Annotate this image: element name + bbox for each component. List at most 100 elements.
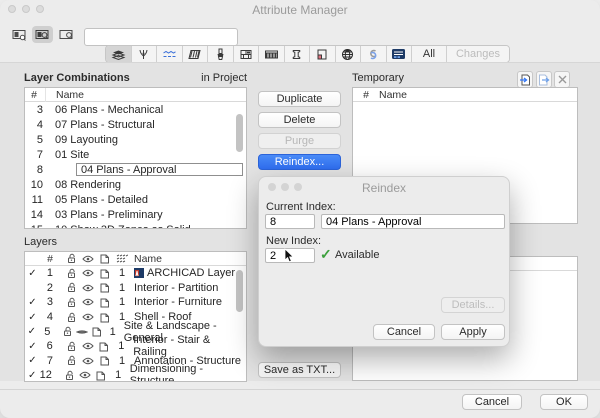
lc-row[interactable]: 1105 Plans - Detailed <box>25 193 246 208</box>
reindex-dialog-title: Reindex <box>259 181 509 195</box>
save-as-txt-button[interactable]: Save as TXT... <box>258 362 341 378</box>
tab-all[interactable]: All <box>412 46 447 62</box>
find-by-index-button[interactable] <box>56 26 77 43</box>
intersection-group-icon[interactable] <box>96 355 112 366</box>
intersection-group-icon[interactable] <box>95 341 111 352</box>
mouse-cursor <box>284 248 296 264</box>
lc-name-edit-field[interactable]: 04 Plans - Approval <box>76 163 243 176</box>
layer-check[interactable]: ✓ <box>25 312 40 323</box>
current-index-label: Current Index: <box>266 201 336 213</box>
layer-row[interactable]: ✓ 1 1 ARCHICAD Layer <box>25 266 246 281</box>
current-name-field[interactable] <box>321 214 505 229</box>
tab-zone-categories[interactable] <box>310 46 336 62</box>
delete-button[interactable]: Delete <box>258 112 341 128</box>
purge-button[interactable]: Purge <box>258 133 341 149</box>
layer-row[interactable]: ✓ 3 1 Interior - Furniture <box>25 295 246 310</box>
lc-row-name: 06 Plans - Mechanical <box>45 104 163 116</box>
layer-check[interactable]: ✓ <box>25 297 40 308</box>
scrollbar-thumb[interactable] <box>236 114 243 152</box>
duplicate-button[interactable]: Duplicate <box>258 91 341 107</box>
eye-icon <box>80 255 96 263</box>
layer-row[interactable]: ✓ 6 1 Interior - Stair & Railing <box>25 339 246 354</box>
layers-col-num: # <box>40 253 53 265</box>
lc-row-selected[interactable]: 8 04 Plans - Approval <box>25 162 246 177</box>
append-button[interactable] <box>517 71 533 88</box>
lock-icon[interactable] <box>64 268 80 279</box>
layers-icon <box>111 48 126 61</box>
eye-open-icon[interactable] <box>80 357 96 365</box>
attribute-manager-window: Attribute Manager <box>0 0 600 418</box>
tab-operation-profiles[interactable] <box>361 46 387 62</box>
intersection-group-icon[interactable] <box>96 297 112 308</box>
tab-changes[interactable]: Changes <box>447 46 509 62</box>
layer-check[interactable]: ✓ <box>25 355 40 366</box>
find-attribute-by-name-button[interactable] <box>32 26 53 43</box>
current-index-field[interactable] <box>265 214 315 229</box>
lock-icon[interactable] <box>60 326 74 337</box>
intersection-group-icon[interactable] <box>89 326 103 337</box>
eye-closed-icon[interactable] <box>75 328 89 336</box>
layer-row[interactable]: ✓ 12 1 Dimensioning - Structure <box>25 368 246 382</box>
intersection-group-icon[interactable] <box>96 282 112 293</box>
lc-row[interactable]: 509 Layouting <box>25 132 246 147</box>
scrollbar-thumb[interactable] <box>236 270 243 312</box>
ok-button[interactable]: OK <box>540 394 588 410</box>
eye-open-icon[interactable] <box>80 284 96 292</box>
tab-building-materials[interactable] <box>234 46 260 62</box>
lock-icon[interactable] <box>64 355 80 366</box>
tab-composites[interactable] <box>259 46 285 62</box>
reindex-cancel-button[interactable]: Cancel <box>373 324 435 340</box>
layer-check[interactable]: ✓ <box>25 326 39 337</box>
layer-check[interactable]: ✓ <box>25 268 40 279</box>
available-label: Available <box>335 249 379 261</box>
intersection-group-icon[interactable] <box>93 370 108 381</box>
lc-row[interactable]: 1403 Plans - Preliminary <box>25 208 246 223</box>
layer-combinations-list[interactable]: # Name 306 Plans - Mechanical 407 Plans … <box>24 87 247 229</box>
line-types-icon <box>162 48 177 61</box>
tab-profiles[interactable] <box>285 46 311 62</box>
delete-temp-button[interactable] <box>554 71 570 88</box>
lc-row-name: 10 Show 3D Zones as Solid <box>45 224 191 229</box>
tab-pens[interactable] <box>132 46 158 62</box>
eye-open-icon[interactable] <box>80 313 96 321</box>
layer-check[interactable]: ✓ <box>25 341 40 352</box>
reindex-button[interactable]: Reindex... <box>258 154 341 170</box>
tab-surfaces[interactable] <box>208 46 234 62</box>
lock-icon[interactable] <box>64 341 80 352</box>
lc-row[interactable]: 1510 Show 3D Zones as Solid <box>25 223 246 229</box>
search-input[interactable] <box>84 28 238 46</box>
lock-icon[interactable] <box>62 370 77 381</box>
find-attribute-button[interactable] <box>9 26 30 43</box>
cancel-button[interactable]: Cancel <box>462 394 522 410</box>
intersection-group-icon[interactable] <box>96 268 112 279</box>
tab-cities[interactable] <box>336 46 362 62</box>
layer-row[interactable]: 2 1 Interior - Partition <box>25 281 246 296</box>
apply-label: Apply <box>459 326 487 338</box>
lc-row[interactable]: 701 Site <box>25 147 246 162</box>
lock-icon <box>64 253 80 264</box>
overwrite-button[interactable] <box>536 71 552 88</box>
tab-fill-types[interactable] <box>183 46 209 62</box>
tab-mep-systems[interactable] <box>387 46 413 62</box>
lc-row[interactable]: 1008 Rendering <box>25 177 246 192</box>
lock-icon[interactable] <box>64 297 80 308</box>
lc-row-num: 3 <box>25 104 45 116</box>
cancel-label: Cancel <box>475 396 509 408</box>
lock-icon[interactable] <box>64 312 80 323</box>
tab-layers[interactable] <box>106 46 132 62</box>
details-button[interactable]: Details... <box>441 297 505 313</box>
layer-check[interactable]: ✓ <box>25 370 39 381</box>
lc-row[interactable]: 407 Plans - Structural <box>25 117 246 132</box>
lc-row-num: 5 <box>25 134 45 146</box>
tab-line-types[interactable] <box>157 46 183 62</box>
eye-open-icon[interactable] <box>80 342 96 350</box>
apply-button[interactable]: Apply <box>441 324 505 340</box>
eye-open-icon[interactable] <box>78 371 93 379</box>
eye-open-icon[interactable] <box>80 269 96 277</box>
eye-open-icon[interactable] <box>80 298 96 306</box>
lc-row-num: 11 <box>25 194 45 206</box>
lock-icon[interactable] <box>64 282 80 293</box>
intersection-group-icon[interactable] <box>96 312 112 323</box>
lc-row[interactable]: 306 Plans - Mechanical <box>25 102 246 117</box>
layers-list[interactable]: # Name ✓ 1 1 ARCHICAD Layer <box>24 251 247 382</box>
